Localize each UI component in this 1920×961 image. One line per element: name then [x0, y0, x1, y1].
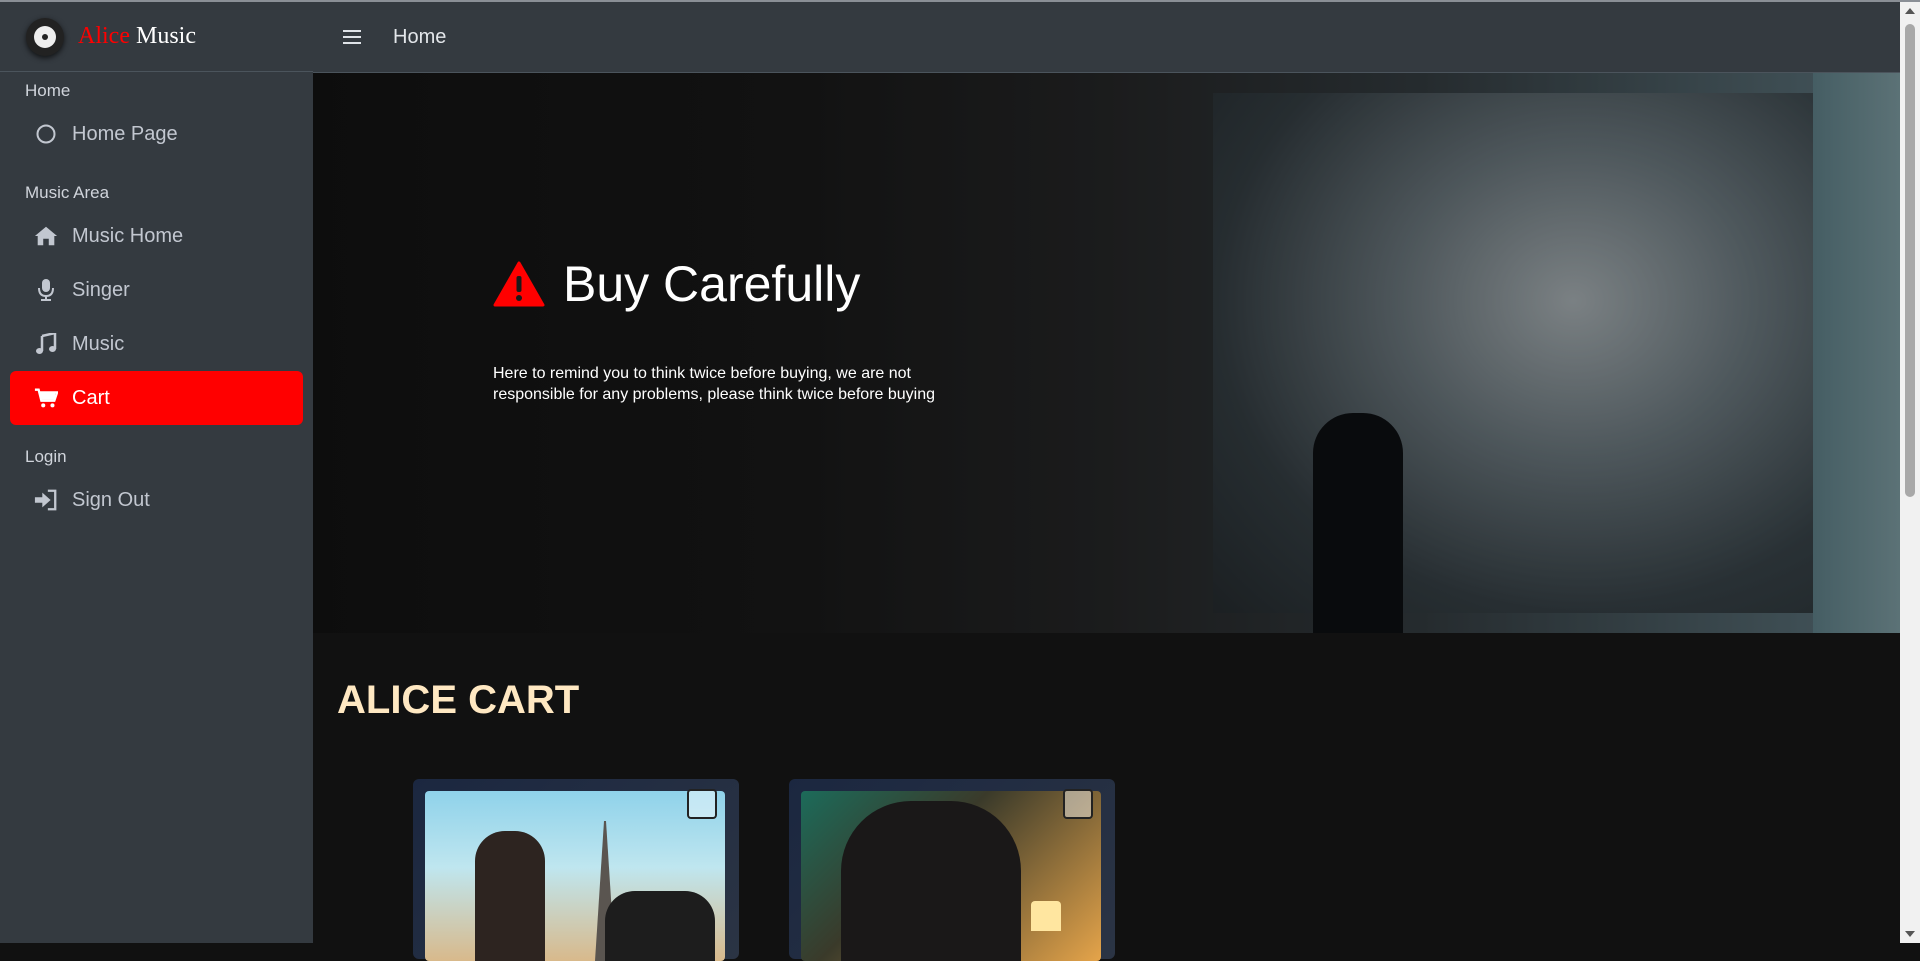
cart-icon	[34, 386, 58, 410]
brand-logo	[26, 17, 64, 56]
nav-header-music-area: Music Area	[25, 183, 110, 202]
page-scrollbar[interactable]	[1900, 2, 1920, 943]
cart-item-checkbox[interactable]	[687, 789, 717, 819]
warning-icon	[493, 261, 545, 307]
circle-icon	[34, 122, 58, 146]
sidebar-item-label: Cart	[72, 386, 110, 409]
brand-name-part1: Alice	[78, 23, 130, 49]
cart-item-image	[801, 791, 1101, 961]
hamburger-menu-icon[interactable]	[343, 30, 361, 44]
scroll-down-arrow-icon[interactable]	[1905, 931, 1915, 937]
cart-item-card[interactable]	[789, 779, 1115, 961]
sidebar: Alice Music Home Home Page Music Area Mu…	[0, 2, 313, 943]
sidebar-item-music[interactable]: Music	[10, 317, 303, 371]
house-icon	[34, 224, 58, 248]
sidebar-item-label: Music	[72, 332, 125, 355]
brand[interactable]: Alice Music	[0, 2, 313, 72]
scrollbar-thumb[interactable]	[1905, 24, 1915, 497]
microphone-icon	[34, 278, 58, 302]
brand-name: Alice Music	[78, 23, 196, 50]
hero-title: Buy Carefully	[493, 255, 860, 313]
top-nav-home-link[interactable]: Home	[393, 26, 446, 49]
sidebar-item-cart[interactable]: Cart	[10, 371, 303, 425]
disc-icon	[34, 25, 56, 48]
sidebar-item-sign-out[interactable]: Sign Out	[10, 473, 303, 527]
scroll-up-arrow-icon[interactable]	[1905, 8, 1915, 14]
hero-description: Here to remind you to think twice before…	[493, 365, 936, 403]
cart-item-card[interactable]	[413, 779, 739, 961]
sidebar-item-label: Home Page	[72, 122, 178, 145]
sidebar-item-label: Singer	[72, 278, 130, 301]
cart-title: ALICE CART	[337, 678, 580, 722]
nav-header-login: Login	[25, 447, 67, 466]
nav-header-home: Home	[25, 81, 71, 100]
sidebar-item-singer[interactable]: Singer	[10, 263, 303, 317]
music-note-icon	[34, 332, 58, 356]
cart-item-checkbox[interactable]	[1063, 789, 1093, 819]
hero-banner: Buy Carefully Here to remind you to thin…	[313, 73, 1900, 633]
hero-heading: Buy Carefully	[563, 256, 861, 312]
sidebar-item-label: Sign Out	[72, 488, 150, 511]
brand-name-part2: Music	[135, 23, 196, 49]
cart-item-image	[425, 791, 725, 961]
sign-out-icon	[34, 488, 58, 512]
sidebar-item-music-home[interactable]: Music Home	[10, 209, 303, 263]
sidebar-item-label: Music Home	[72, 224, 184, 247]
top-navbar: Home	[313, 2, 1900, 73]
sidebar-item-home-page[interactable]: Home Page	[10, 107, 303, 161]
